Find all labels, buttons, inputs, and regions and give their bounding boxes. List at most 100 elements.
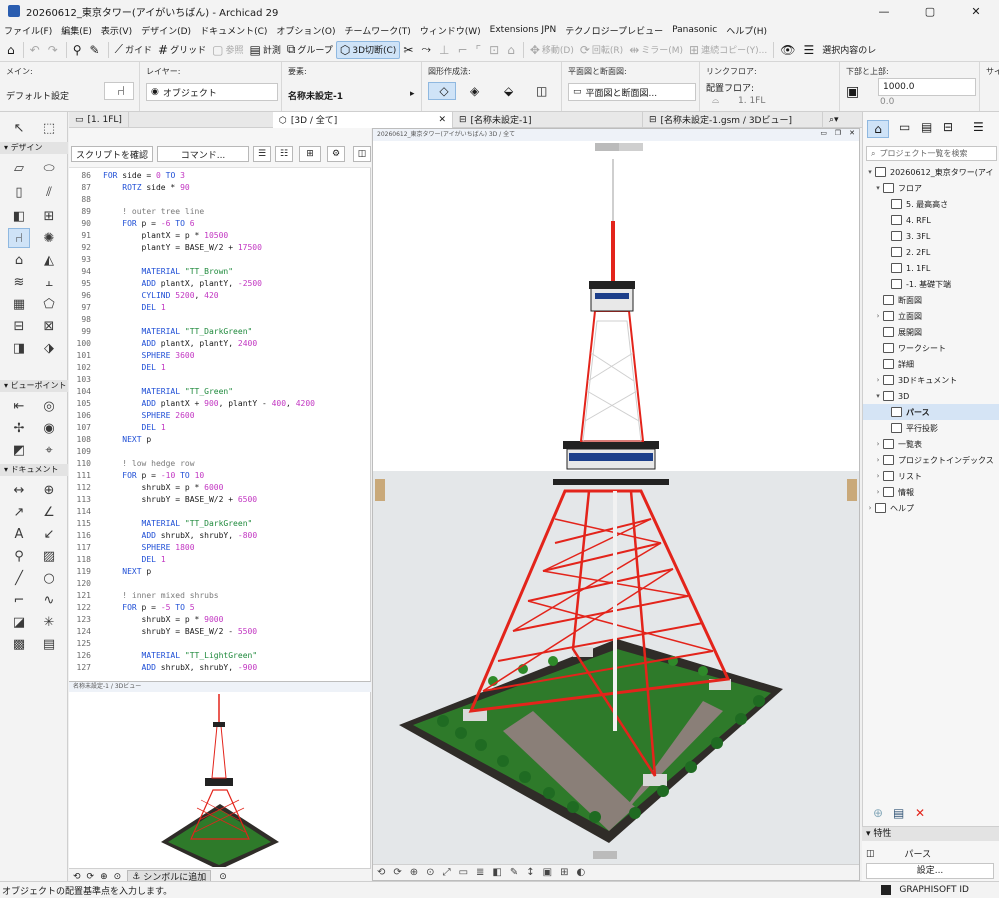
code-line[interactable]: 95 ADD plantX, plantY, -2500 — [69, 278, 262, 290]
code-line[interactable]: 125 — [69, 638, 103, 650]
menu-design[interactable]: デザイン(D) — [141, 24, 191, 37]
grid-button[interactable]: # グリッド — [155, 41, 209, 59]
code-line[interactable]: 98 — [69, 314, 103, 326]
plan-section-button[interactable]: ▭ 平面図と断面図... — [568, 83, 696, 101]
window-tool-icon[interactable]: ⊞ — [38, 206, 60, 226]
navigator-search[interactable]: ⌕ プロジェクト一覧を検索 — [866, 146, 997, 161]
code-line[interactable]: 107 DEL 1 — [69, 422, 166, 434]
code-line[interactable]: 120 — [69, 578, 103, 590]
code-line[interactable]: 99 MATERIAL "TT_DarkGreen" — [69, 326, 252, 338]
add-view-icon[interactable]: ⊕ — [873, 806, 883, 820]
radial-dimension-icon[interactable]: ↗ — [8, 502, 30, 522]
column-tool-icon[interactable]: ▯ — [8, 182, 30, 202]
stair-tool-icon[interactable]: ≋ — [8, 272, 30, 292]
section-document[interactable]: ▾ ドキュメント — [0, 464, 68, 476]
zone-tool-icon[interactable]: ⊠ — [38, 316, 60, 336]
menu-document[interactable]: ドキュメント(C) — [200, 24, 267, 37]
check-script-button[interactable]: スクリプトを確認 — [71, 146, 153, 162]
tree-lists[interactable]: › リスト — [873, 468, 922, 484]
3d-tower-model[interactable] — [373, 141, 859, 866]
lamp-tool-icon[interactable]: ✺ — [38, 228, 60, 248]
tree-help[interactable]: › ヘルプ — [865, 500, 914, 516]
menu-window[interactable]: ウィンドウ(W) — [420, 24, 481, 37]
tree-sections[interactable]: 断面図 — [873, 292, 922, 308]
publisher-icon[interactable]: ⊟ — [943, 120, 953, 134]
interior-elevation-icon[interactable]: ✢ — [8, 418, 30, 438]
code-line[interactable]: 86 FOR side = 0 TO 3 — [69, 170, 185, 182]
tree-floor-2[interactable]: 2. 2FL — [891, 244, 930, 260]
properties-header[interactable]: ▾ 特性 — [862, 827, 999, 841]
fillet-icon[interactable]: ⌜ — [473, 41, 487, 59]
menu-edit[interactable]: 編集(E) — [61, 24, 92, 37]
door-tool-icon[interactable]: ◧ — [8, 206, 30, 226]
menu-teamwork[interactable]: チームワーク(T) — [344, 24, 410, 37]
command-button[interactable]: コマンド... — [157, 146, 249, 162]
trim-icon[interactable]: ⊥ — [436, 41, 454, 59]
mesh-tool-icon[interactable]: ⊟ — [8, 316, 30, 336]
geometry-single-icon[interactable]: ◇ — [428, 82, 456, 100]
code-line[interactable]: 89 ! outer tree line — [69, 206, 204, 218]
view-map-icon[interactable]: ▭ — [899, 120, 910, 134]
code-line[interactable]: 105 ADD plantX + 900, plantY - 400, 4200 — [69, 398, 315, 410]
code-line[interactable]: 109 — [69, 446, 103, 458]
code-line[interactable]: 88 — [69, 194, 103, 206]
layer-combination-icon[interactable]: ≣ — [476, 867, 484, 878]
marquee-icon[interactable]: ⬚ — [38, 118, 60, 138]
outdent-icon[interactable]: ☷ — [275, 146, 293, 162]
graphisoft-id[interactable]: GRAPHISOFT ID — [881, 885, 969, 895]
arrow-select-icon[interactable]: ↖ — [8, 118, 30, 138]
navigator-menu-icon[interactable]: ☰ — [973, 120, 984, 134]
mini-tower-model[interactable] — [69, 692, 371, 867]
code-line[interactable]: 127 ADD shrubX, shrubY, -900 — [69, 662, 258, 674]
section-tool-icon[interactable]: ⇤ — [8, 396, 30, 416]
tree-details[interactable]: 詳細 — [873, 356, 914, 372]
properties-settings-button[interactable]: 設定... — [866, 863, 994, 879]
code-line[interactable]: 114 — [69, 506, 103, 518]
tree-floor-3[interactable]: 3. 3FL — [891, 228, 930, 244]
rotate-button[interactable]: ⟳ 回転(R) — [577, 41, 626, 59]
code-line[interactable]: 93 — [69, 254, 103, 266]
menu-extensions-jpn[interactable]: Extensions JPN — [490, 25, 557, 35]
code-line[interactable]: 104 MATERIAL "TT_Green" — [69, 386, 234, 398]
roof-tool-icon[interactable]: ⌂ — [8, 250, 30, 270]
multiply-button[interactable]: ⊞ 連続コピー(Y)... — [686, 41, 770, 59]
orbit-icon[interactable]: ⟲ — [73, 872, 81, 882]
tree-schedules[interactable]: › 一覧表 — [873, 436, 922, 452]
pen-set-icon[interactable]: ✎ — [510, 867, 518, 878]
tab-3d-all[interactable]: ⬡ [3D / 全て] ✕ — [273, 111, 453, 128]
tab-floor-plan[interactable]: ▭ [1. 1FL] — [69, 111, 129, 128]
window-close-icon[interactable]: ✕ — [849, 129, 855, 137]
layer-select[interactable]: ◉ オブジェクト — [146, 83, 278, 101]
layers-icon[interactable]: ☰ — [800, 41, 819, 59]
code-line[interactable]: 123 shrubX = p * 9000 — [69, 614, 224, 626]
circle-tool-icon[interactable]: ○ — [38, 568, 60, 588]
detail-tool-icon[interactable]: ◉ — [38, 418, 60, 438]
placement-floor-value[interactable]: 1. 1FL — [738, 96, 765, 106]
dimension-icon[interactable]: ↕ — [526, 867, 534, 878]
menu-help[interactable]: ヘルプ(H) — [726, 24, 767, 37]
tab-menu-icon[interactable]: ⌕▾ — [823, 112, 845, 128]
hotspot-tool-icon[interactable]: ⚲ — [8, 546, 30, 566]
tree-perspective[interactable]: パース — [863, 404, 999, 420]
camera-tool-icon[interactable]: ⌖ — [38, 440, 60, 460]
drawing-tool-icon[interactable]: ✳ — [38, 612, 60, 632]
polyline-tool-icon[interactable]: ⌐ — [8, 590, 30, 610]
slab-tool-icon[interactable]: ⬭ — [38, 158, 60, 178]
structure-icon[interactable]: ⊞ — [560, 867, 568, 878]
code-line[interactable]: 97 DEL 1 — [69, 302, 165, 314]
renovation-icon[interactable]: ▣ — [543, 867, 552, 878]
view-settings-icon[interactable]: ▤ — [893, 806, 904, 820]
section-3d-button[interactable]: ⬡ 3D切断(C) — [335, 40, 401, 59]
model-view-icon[interactable]: ◧ — [492, 867, 501, 878]
code-line[interactable]: 106 SPHERE 2600 — [69, 410, 195, 422]
fill-tool-icon[interactable]: ▨ — [38, 546, 60, 566]
railing-tool-icon[interactable]: ⫠ — [38, 272, 60, 292]
maximize-button[interactable]: ▢ — [907, 0, 953, 22]
spline-tool-icon[interactable]: ∿ — [38, 590, 60, 610]
close-tab-icon[interactable]: ✕ — [438, 115, 446, 125]
chevron-right-icon[interactable]: ▸ — [410, 89, 415, 99]
code-line[interactable]: 118 DEL 1 — [69, 554, 166, 566]
orbit-icon[interactable]: ⟲ — [377, 867, 385, 878]
selection-info-button[interactable]: 選択内容のレ — [819, 41, 879, 59]
object-tool-icon[interactable]: ⑁ — [8, 228, 30, 248]
